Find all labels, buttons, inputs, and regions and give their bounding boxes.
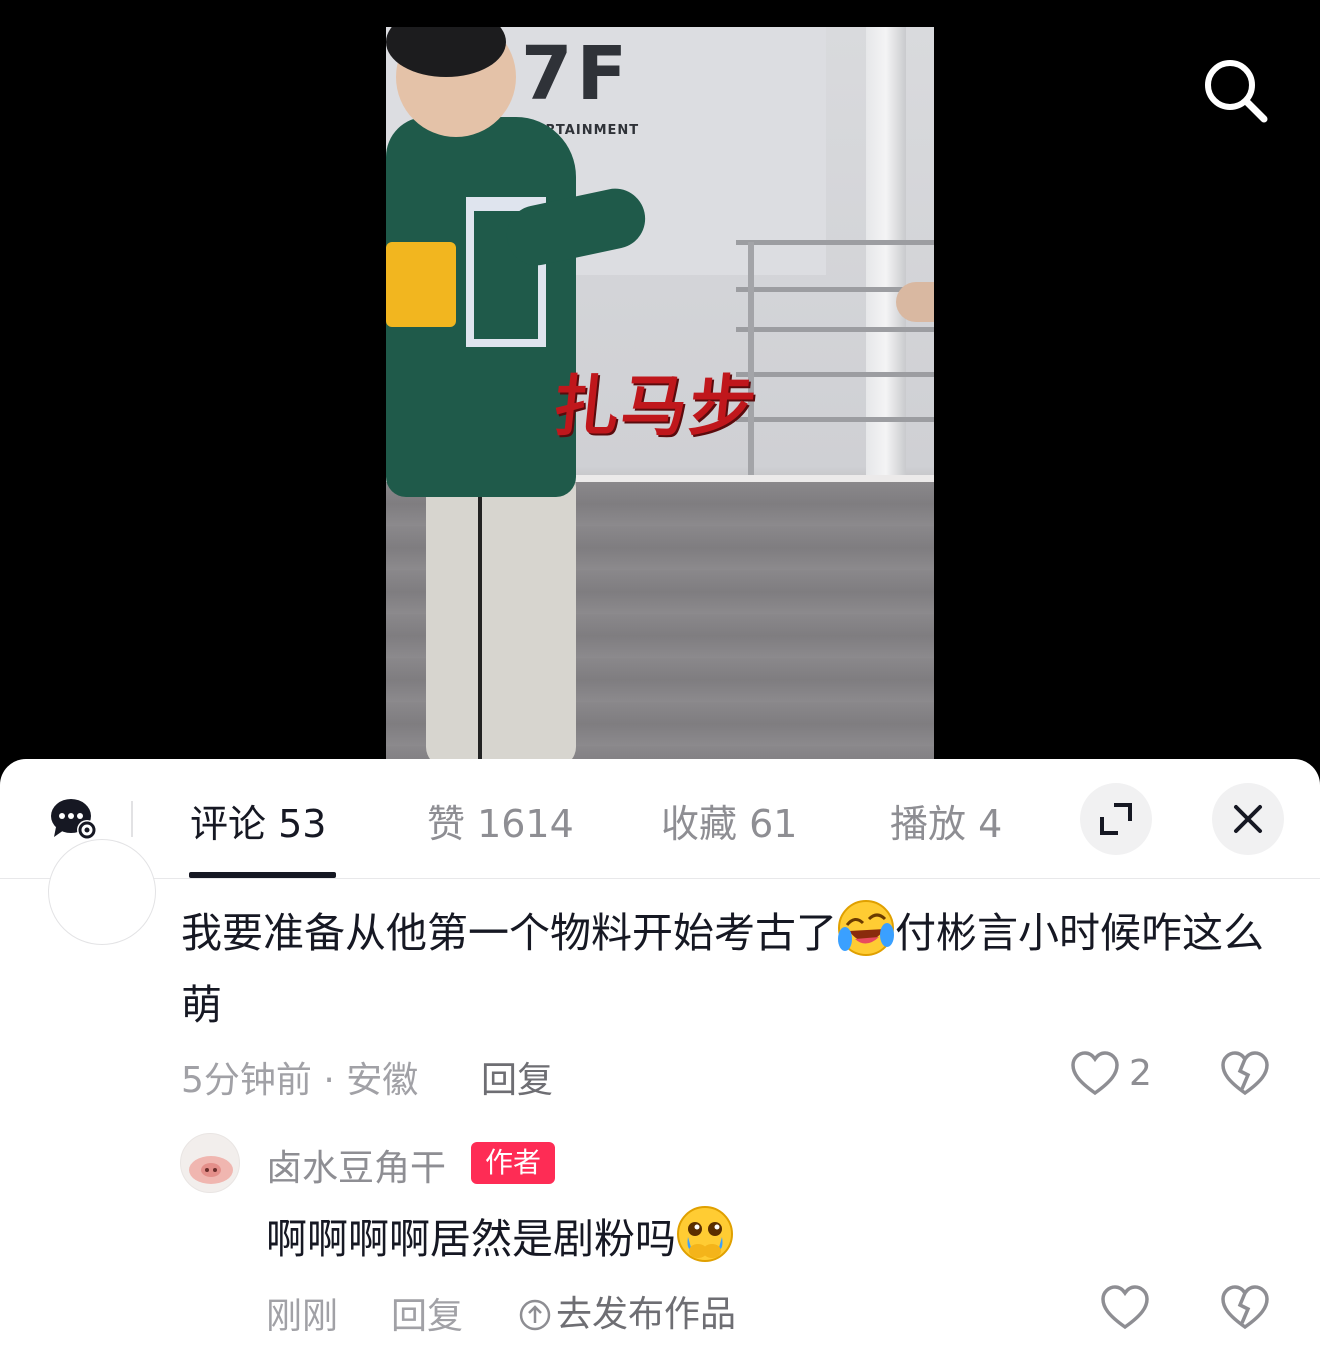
video-player[interactable]: 7F ENTERTAINMENT 扎马步 — [0, 0, 1320, 790]
pillar — [866, 27, 906, 475]
railing — [736, 372, 934, 377]
reply-like-button[interactable] — [1100, 1285, 1150, 1335]
reply-text-part: 啊啊啊啊居然是剧粉吗 — [266, 1215, 676, 1263]
armband — [386, 242, 456, 327]
upload-circle-icon — [519, 1299, 551, 1331]
railing — [736, 417, 934, 422]
chat-settings-icon[interactable] — [50, 797, 100, 843]
comment-like-button[interactable] — [1070, 1051, 1120, 1101]
heart-icon — [1101, 1285, 1149, 1330]
heart-icon — [1071, 1051, 1119, 1096]
active-tab-indicator — [189, 872, 336, 878]
banner-logo: 7F — [521, 31, 632, 117]
publish-work-label: 去发布作品 — [556, 1294, 737, 1335]
comment-reply-button[interactable]: 回复 — [481, 1051, 553, 1103]
tab-plays-clip: 播放 4 — [890, 779, 1022, 859]
publish-work-link[interactable]: 去发布作品 — [518, 1285, 736, 1337]
railing — [736, 240, 934, 245]
railing — [736, 327, 934, 332]
tab-comments[interactable]: 评论 53 — [190, 793, 326, 848]
tab-plays[interactable]: 播放 4 — [890, 793, 1002, 848]
comment-time-location: 5分钟前 · 安徽 — [181, 1060, 419, 1101]
hand — [896, 282, 934, 322]
close-icon — [1234, 805, 1262, 833]
tab-favorites[interactable]: 收藏 61 — [661, 793, 797, 848]
broken-heart-icon — [1221, 1051, 1269, 1096]
pants-stripe — [478, 487, 482, 759]
comment-meta: 5分钟前 · 安徽 — [181, 1051, 418, 1103]
reply-avatar[interactable] — [180, 1133, 240, 1193]
reply-text: 啊啊啊啊居然是剧粉吗 — [266, 1205, 734, 1265]
crying-face-emoji — [676, 1205, 734, 1263]
tab-divider — [131, 801, 133, 837]
comment-text-part: 我要准备从他第一个物料开始考古了 — [181, 909, 837, 957]
reply-dislike-button[interactable] — [1220, 1285, 1270, 1335]
close-button[interactable] — [1212, 783, 1284, 855]
reply-username[interactable]: 卤水豆角干 — [266, 1139, 446, 1191]
comment-text: 我要准备从他第一个物料开始考古了 付彬言小时候咋这么萌 — [181, 897, 1281, 1041]
video-frame[interactable]: 7F ENTERTAINMENT 扎马步 — [386, 27, 934, 759]
laughing-tears-emoji — [837, 899, 895, 957]
expand-button[interactable] — [1080, 783, 1152, 855]
commenter-avatar[interactable] — [48, 839, 156, 945]
comment-dislike-button[interactable] — [1220, 1051, 1270, 1101]
tab-likes[interactable]: 赞 1614 — [427, 793, 574, 848]
person-legs — [426, 467, 576, 759]
comment-sheet: 评论 53 赞 1614 收藏 61 播放 4 我要准备从他第一个物料开始考古了 — [0, 759, 1320, 1369]
video-caption: 扎马步 — [549, 367, 762, 445]
reply-reply-button[interactable]: 回复 — [391, 1287, 463, 1339]
author-badge: 作者 — [471, 1142, 555, 1184]
expand-icon — [1100, 803, 1132, 835]
comment-like-count: 2 — [1129, 1053, 1152, 1094]
tab-bar: 评论 53 赞 1614 收藏 61 播放 4 — [0, 759, 1320, 879]
broken-heart-icon — [1221, 1285, 1269, 1330]
reply-time: 刚刚 — [266, 1296, 339, 1337]
search-icon[interactable] — [1200, 55, 1270, 125]
